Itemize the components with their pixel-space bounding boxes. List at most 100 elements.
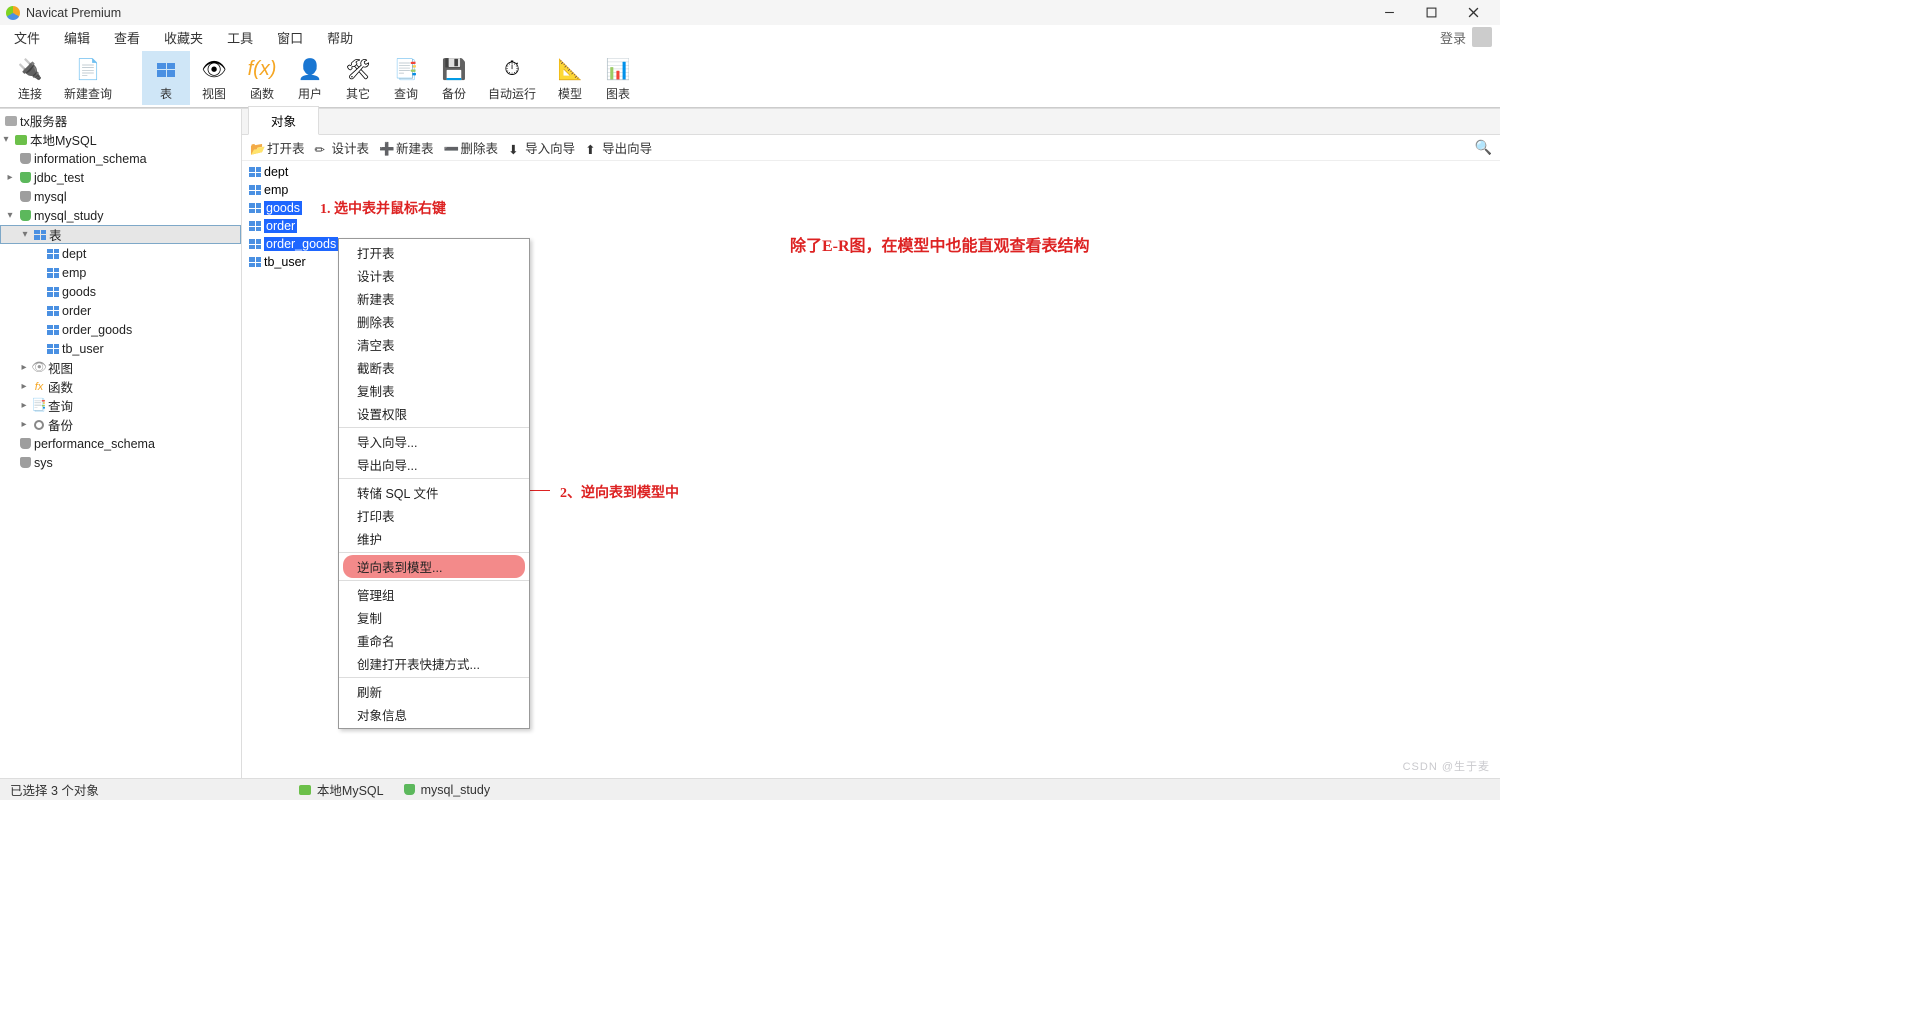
user-avatar-icon[interactable] — [1472, 27, 1492, 47]
import-wizard-button[interactable]: ⬇导入向导 — [508, 138, 575, 157]
expand-icon[interactable]: ▸ — [18, 400, 30, 411]
export-wizard-button[interactable]: ⬆导出向导 — [585, 138, 652, 157]
ctx-set-privilege[interactable]: 设置权限 — [339, 402, 529, 425]
table-icon — [249, 239, 261, 249]
toolbar-query[interactable]: 📑查询 — [382, 51, 430, 105]
tree-db-infoschema[interactable]: information_schema — [0, 149, 241, 168]
tree-db-mysqlstudy[interactable]: ▾mysql_study — [0, 206, 241, 225]
table-icon — [47, 249, 59, 259]
toolbar-newquery[interactable]: 📄新建查询 — [54, 51, 122, 105]
annotation-1: 1. 选中表并鼠标右键 — [320, 198, 446, 218]
table-icon — [249, 221, 261, 231]
backups-folder-icon — [30, 420, 48, 430]
connection-tree[interactable]: tx服务器 ▾本地MySQL information_schema ▸jdbc_… — [0, 109, 242, 778]
query-icon: 📑 — [393, 57, 419, 83]
search-icon[interactable]: 🔍 — [1475, 139, 1492, 156]
tree-table-tbuser[interactable]: tb_user — [0, 339, 241, 358]
menu-edit[interactable]: 编辑 — [52, 24, 102, 51]
minimize-button[interactable] — [1368, 0, 1410, 25]
toolbar-other[interactable]: 🛠其它 — [334, 51, 382, 105]
tree-folder-views[interactable]: ▸👁视图 — [0, 358, 241, 377]
collapse-icon[interactable]: ▾ — [19, 229, 31, 240]
ctx-copy-table[interactable]: 复制表 — [339, 379, 529, 402]
tree-folder-queries[interactable]: ▸📑查询 — [0, 396, 241, 415]
menu-window[interactable]: 窗口 — [265, 24, 315, 51]
tree-db-jdbctest[interactable]: ▸jdbc_test — [0, 168, 241, 187]
ctx-create-shortcut[interactable]: 创建打开表快捷方式... — [339, 652, 529, 675]
toolbar-connect[interactable]: 🔌连接 — [6, 51, 54, 105]
ctx-dump-sql[interactable]: 转储 SQL 文件 — [339, 481, 529, 504]
menu-view[interactable]: 查看 — [102, 24, 152, 51]
menu-favorites[interactable]: 收藏夹 — [152, 24, 215, 51]
ctx-object-info[interactable]: 对象信息 — [339, 703, 529, 726]
toolbar-function[interactable]: f(x)函数 — [238, 51, 286, 105]
ctx-design-table[interactable]: 设计表 — [339, 264, 529, 287]
app-logo-icon — [6, 6, 20, 20]
expand-icon[interactable]: ▸ — [18, 362, 30, 373]
tree-table-order[interactable]: order — [0, 301, 241, 320]
toolbar-autorun[interactable]: ⏱自动运行 — [478, 51, 546, 105]
tree-folder-tables[interactable]: ▾表 — [0, 225, 241, 244]
delete-table-button[interactable]: ➖删除表 — [444, 138, 499, 157]
ctx-export-wizard[interactable]: 导出向导... — [339, 453, 529, 476]
tree-db-mysql[interactable]: mysql — [0, 187, 241, 206]
tree-db-perfschema[interactable]: performance_schema — [0, 434, 241, 453]
menu-tools[interactable]: 工具 — [215, 24, 265, 51]
tree-table-dept[interactable]: dept — [0, 244, 241, 263]
ctx-print-table[interactable]: 打印表 — [339, 504, 529, 527]
design-table-button[interactable]: ✏设计表 — [315, 138, 370, 157]
tab-objects[interactable]: 对象 — [248, 106, 319, 135]
toolbar-table[interactable]: 表 — [142, 51, 190, 105]
tree-db-sys[interactable]: sys — [0, 453, 241, 472]
expand-icon[interactable]: ▸ — [18, 381, 30, 392]
ctx-truncate-table[interactable]: 截断表 — [339, 356, 529, 379]
menu-file[interactable]: 文件 — [2, 24, 52, 51]
toolbar-backup[interactable]: 💾备份 — [430, 51, 478, 105]
toolbar-model[interactable]: 📐模型 — [546, 51, 594, 105]
open-icon: 📂 — [250, 142, 264, 154]
tree-conn-tx[interactable]: tx服务器 — [0, 111, 241, 130]
context-menu: 打开表 设计表 新建表 删除表 清空表 截断表 复制表 设置权限 导入向导...… — [338, 238, 530, 729]
table-icon — [249, 257, 261, 267]
tree-table-ordergoods[interactable]: order_goods — [0, 320, 241, 339]
object-toolbar: 📂打开表 ✏设计表 ➕新建表 ➖删除表 ⬇导入向导 ⬆导出向导 🔍 — [242, 135, 1500, 161]
toolbar-view[interactable]: 👁视图 — [190, 51, 238, 105]
collapse-icon[interactable]: ▾ — [0, 134, 12, 145]
tree-folder-functions[interactable]: ▸fx函数 — [0, 377, 241, 396]
ctx-empty-table[interactable]: 清空表 — [339, 333, 529, 356]
tree-conn-local[interactable]: ▾本地MySQL — [0, 130, 241, 149]
new-table-button[interactable]: ➕新建表 — [379, 138, 434, 157]
toolbar-chart[interactable]: 📊图表 — [594, 51, 642, 105]
login-link[interactable]: 登录 — [1440, 28, 1466, 47]
status-connection: 本地MySQL — [289, 780, 394, 799]
table-icon — [47, 325, 59, 335]
toolbar-user[interactable]: 👤用户 — [286, 51, 334, 105]
annotation-3: 除了E-R图，在模型中也能直观查看表结构 — [790, 232, 1090, 256]
expand-icon[interactable]: ▸ — [18, 419, 30, 430]
user-icon: 👤 — [297, 57, 323, 83]
maximize-button[interactable] — [1410, 0, 1452, 25]
table-icon — [249, 203, 261, 213]
ctx-delete-table[interactable]: 删除表 — [339, 310, 529, 333]
expand-icon[interactable]: ▸ — [4, 172, 16, 183]
collapse-icon[interactable]: ▾ — [4, 210, 16, 221]
ctx-import-wizard[interactable]: 导入向导... — [339, 430, 529, 453]
tree-folder-backups[interactable]: ▸备份 — [0, 415, 241, 434]
ctx-manage-group[interactable]: 管理组 — [339, 583, 529, 606]
open-table-button[interactable]: 📂打开表 — [250, 138, 305, 157]
list-item[interactable]: emp — [246, 181, 1496, 199]
tree-table-goods[interactable]: goods — [0, 282, 241, 301]
close-button[interactable] — [1452, 0, 1494, 25]
list-item[interactable]: dept — [246, 163, 1496, 181]
ctx-copy[interactable]: 复制 — [339, 606, 529, 629]
ctx-rename[interactable]: 重命名 — [339, 629, 529, 652]
ctx-reverse-to-model[interactable]: 逆向表到模型... — [343, 555, 525, 578]
ctx-maintenance[interactable]: 维护 — [339, 527, 529, 550]
ctx-open-table[interactable]: 打开表 — [339, 241, 529, 264]
tree-table-emp[interactable]: emp — [0, 263, 241, 282]
menu-help[interactable]: 帮助 — [315, 24, 365, 51]
ctx-new-table[interactable]: 新建表 — [339, 287, 529, 310]
ctx-refresh[interactable]: 刷新 — [339, 680, 529, 703]
server-active-icon — [299, 785, 311, 795]
status-selection: 已选择 3 个对象 — [0, 780, 109, 799]
